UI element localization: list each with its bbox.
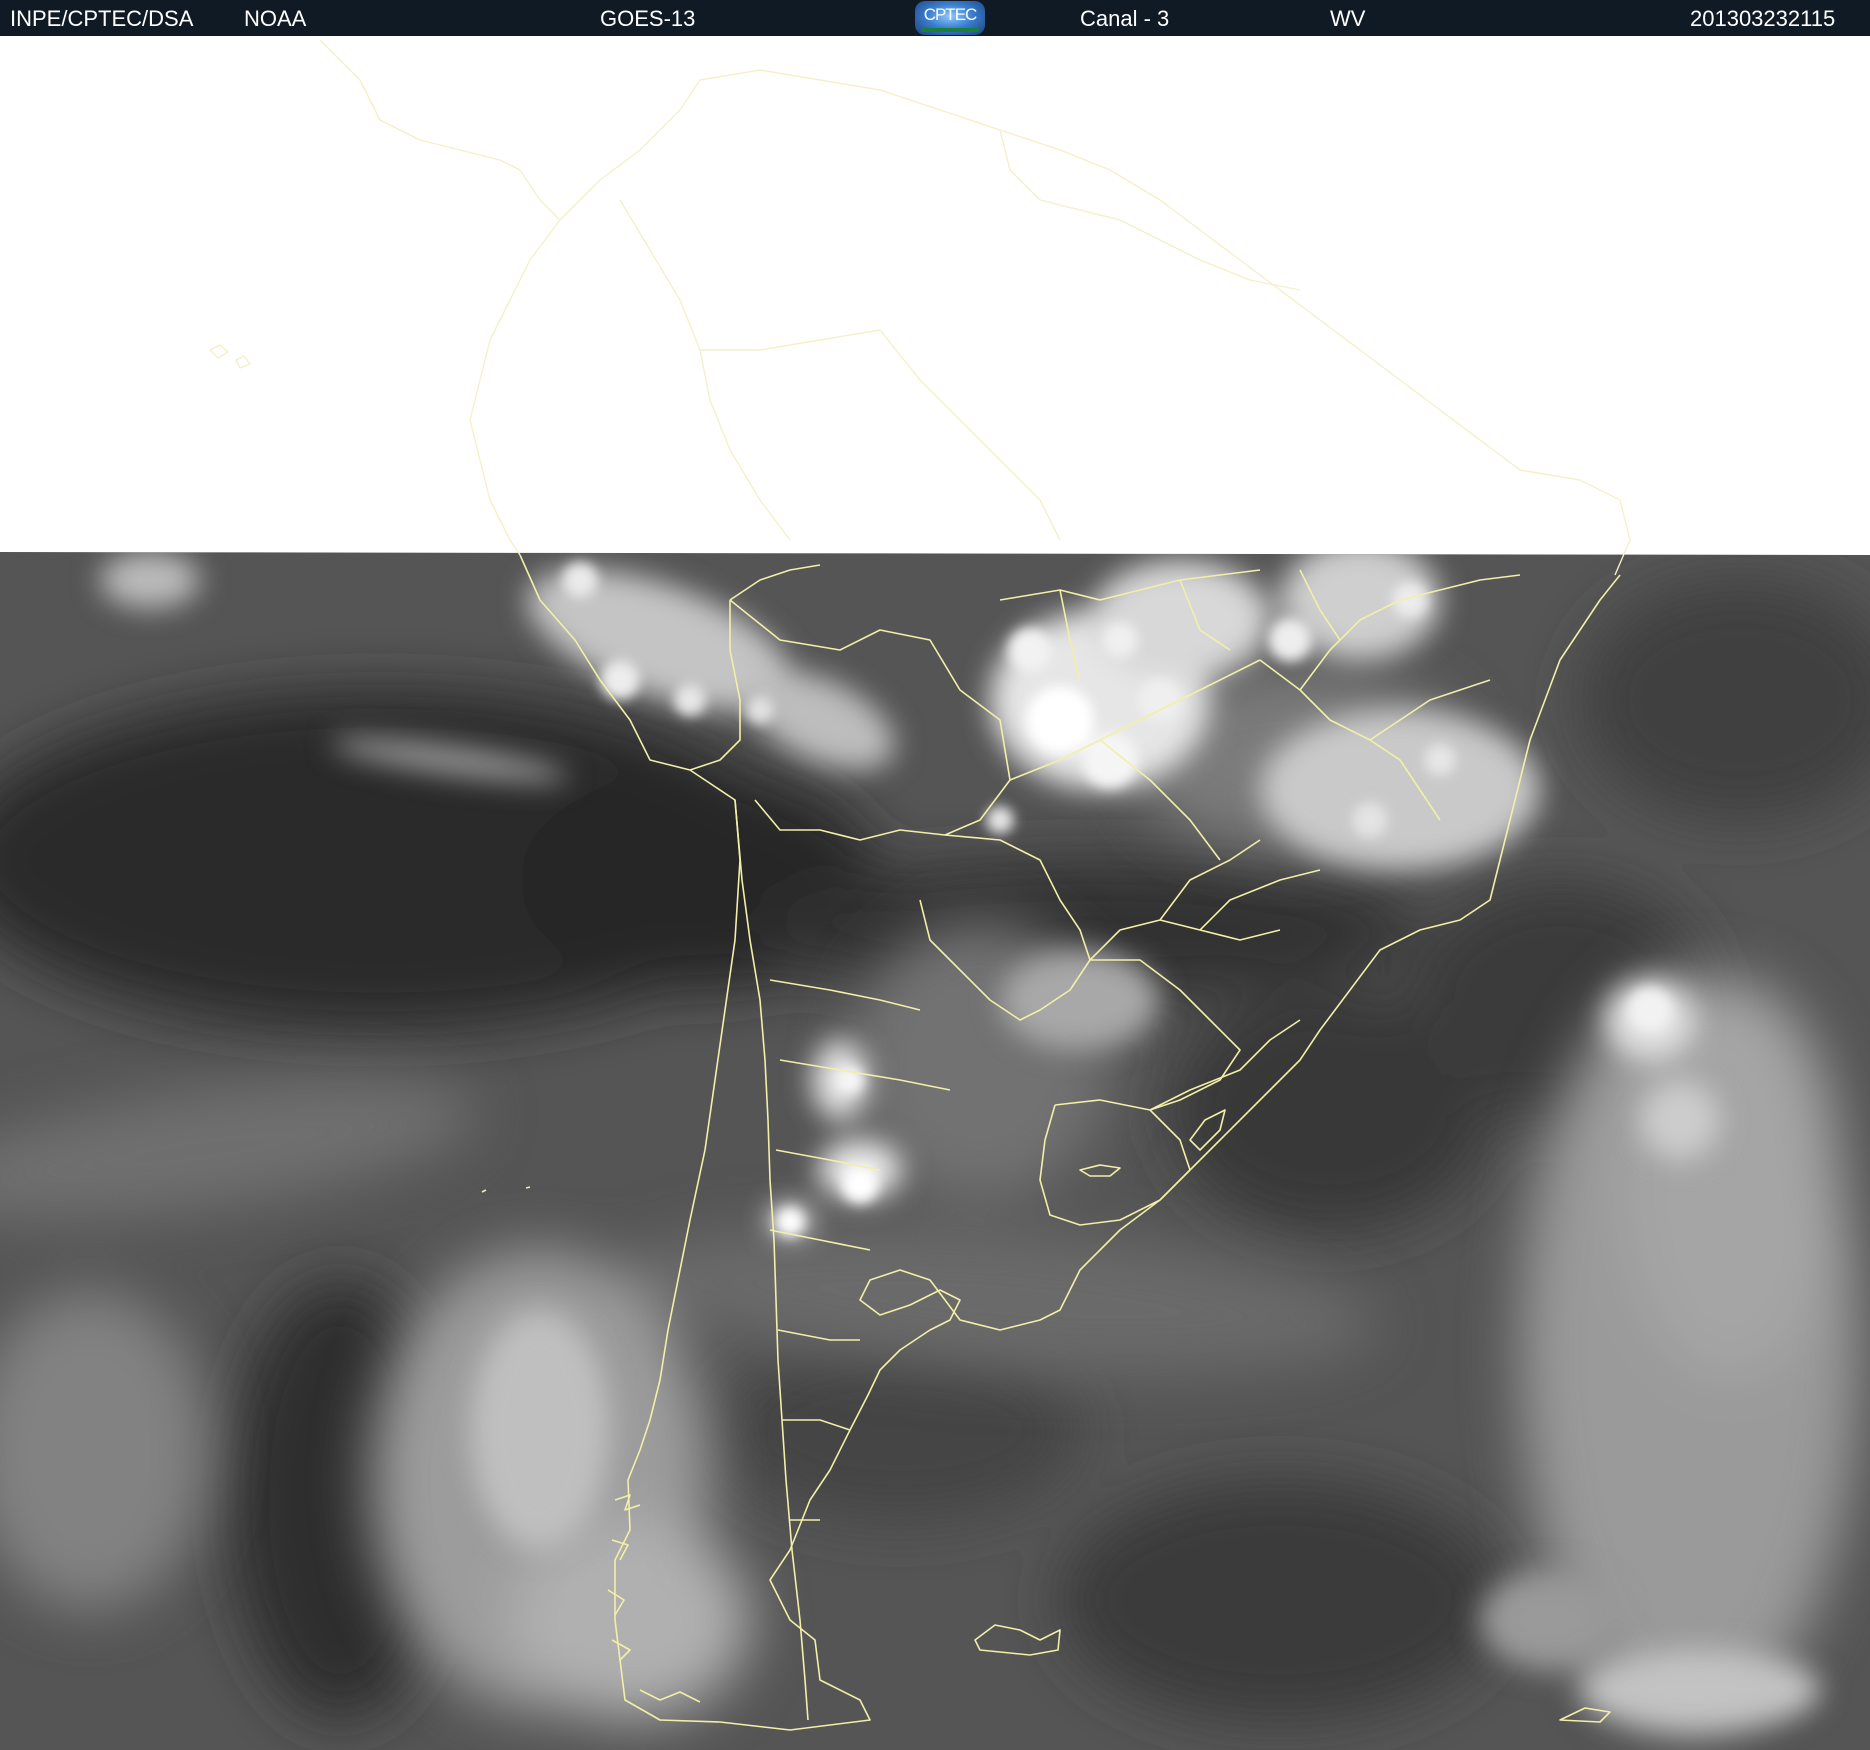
channel-label: Canal - 3	[1080, 6, 1170, 31]
no-data-region	[0, 36, 1870, 556]
institution-label: INPE/CPTEC/DSA	[10, 6, 194, 31]
satellite-label: GOES-13	[600, 6, 696, 31]
map-area	[0, 36, 1870, 1750]
band-label: WV	[1330, 6, 1366, 31]
cptec-logo-text: CPTEC	[923, 5, 978, 24]
water-vapor-imagery	[0, 552, 1870, 1750]
image-header-bar: INPE/CPTEC/DSA NOAA GOES-13 CPTEC Canal …	[0, 0, 1870, 36]
agency-label: NOAA	[244, 6, 307, 31]
timestamp-label: 201303232115	[1690, 6, 1836, 31]
cptec-logo: CPTEC	[915, 1, 985, 35]
water-vapor-map	[0, 36, 1870, 1750]
satellite-image-viewer: INPE/CPTEC/DSA NOAA GOES-13 CPTEC Canal …	[0, 0, 1870, 1750]
